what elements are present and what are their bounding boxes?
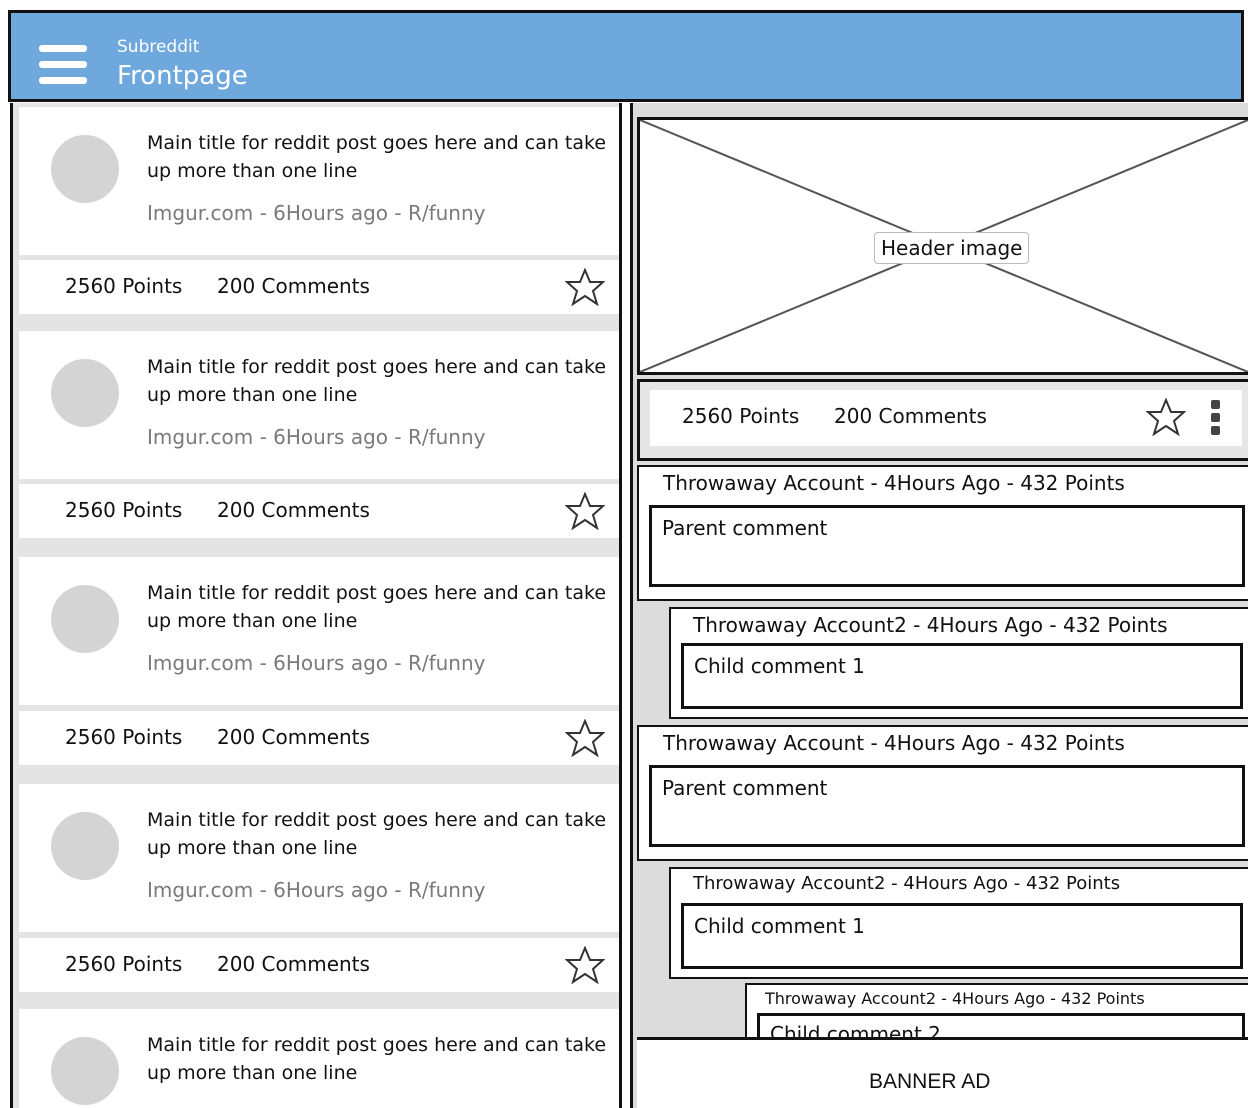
points-count: 2560 Points: [682, 404, 800, 428]
comment-text: Child comment 1: [694, 914, 865, 938]
post-meta: Imgur.com - 6Hours ago - R/funny: [147, 878, 486, 902]
child-comment: Throwaway Account2 - 4Hours Ago - 432 Po…: [669, 867, 1248, 979]
comments-link[interactable]: 200 Comments: [217, 498, 370, 522]
points-count: 2560 Points: [65, 498, 183, 522]
post-actions-bar: 2560 Points 200 Comments: [19, 938, 619, 992]
avatar: [51, 585, 119, 653]
comment-body[interactable]: Child comment 1: [681, 903, 1243, 969]
points-count: 2560 Points: [65, 725, 183, 749]
post-card[interactable]: Main title for reddit post goes here and…: [19, 557, 619, 705]
app-header: Subreddit Frontpage: [8, 10, 1244, 102]
comment: Throwaway Account - 4Hours Ago - 432 Poi…: [637, 725, 1248, 861]
avatar: [51, 1037, 119, 1105]
post-card[interactable]: Main title for reddit post goes here and…: [19, 331, 619, 479]
avatar: [51, 135, 119, 203]
post-feed: Main title for reddit post goes here and…: [10, 103, 622, 1108]
header-subtitle: Subreddit: [117, 37, 200, 57]
comment: Throwaway Account - 4Hours Ago - 432 Poi…: [637, 465, 1248, 601]
comment-header: Throwaway Account - 4Hours Ago - 432 Poi…: [663, 471, 1125, 495]
post-meta: Imgur.com - 6Hours ago - R/funny: [147, 425, 486, 449]
child-comment: Throwaway Account2 - 4Hours Ago - 432 Po…: [669, 607, 1248, 719]
post-actions-bar: 2560 Points 200 Comments: [19, 260, 619, 314]
post-meta: Imgur.com - 6Hours ago - R/funny: [147, 201, 486, 225]
comment-body[interactable]: Parent comment: [649, 765, 1245, 847]
post-title[interactable]: Main title for reddit post goes here and…: [147, 1031, 617, 1087]
hamburger-menu-icon[interactable]: [39, 45, 87, 87]
post-detail: Header image 2560 Points 200 Comments Th…: [630, 103, 1248, 1108]
detail-actions-bar: 2560 Points 200 Comments: [637, 379, 1248, 461]
post-title[interactable]: Main title for reddit post goes here and…: [147, 129, 617, 185]
header-image: Header image: [637, 117, 1248, 375]
comments-link[interactable]: 200 Comments: [217, 274, 370, 298]
comment-header: Throwaway Account2 - 4Hours Ago - 432 Po…: [693, 613, 1168, 637]
header-image-label: Header image: [874, 232, 1030, 264]
star-icon[interactable]: [1146, 398, 1186, 436]
kebab-menu-icon[interactable]: [1210, 400, 1222, 440]
star-icon[interactable]: [565, 946, 605, 984]
banner-ad-label: BANNER AD: [869, 1070, 991, 1093]
avatar: [51, 359, 119, 427]
post-title[interactable]: Main title for reddit post goes here and…: [147, 353, 617, 409]
post-meta: Imgur.com - 6Hours ago - R/funny: [147, 651, 486, 675]
avatar: [51, 812, 119, 880]
post-card[interactable]: Main title for reddit post goes here and…: [19, 1009, 619, 1108]
comment-header: Throwaway Account2 - 4Hours Ago - 432 Po…: [693, 873, 1121, 894]
banner-ad[interactable]: BANNER AD: [637, 1037, 1248, 1108]
comment-text: Parent comment: [662, 516, 828, 540]
points-count: 2560 Points: [65, 952, 183, 976]
star-icon[interactable]: [565, 268, 605, 306]
comment-header: Throwaway Account - 4Hours Ago - 432 Poi…: [663, 731, 1125, 755]
comment-body[interactable]: Parent comment: [649, 505, 1245, 587]
post-card[interactable]: Main title for reddit post goes here and…: [19, 107, 619, 255]
comments-link[interactable]: 200 Comments: [217, 725, 370, 749]
comments-link[interactable]: 200 Comments: [217, 952, 370, 976]
comment-text: Parent comment: [662, 776, 828, 800]
post-actions-bar: 2560 Points 200 Comments: [19, 484, 619, 538]
comment-text: Child comment 1: [694, 654, 865, 678]
post-card[interactable]: Main title for reddit post goes here and…: [19, 784, 619, 932]
post-actions-bar: 2560 Points 200 Comments: [19, 711, 619, 765]
post-title[interactable]: Main title for reddit post goes here and…: [147, 806, 617, 862]
comment-body[interactable]: Child comment 1: [681, 643, 1243, 709]
comments-count: 200 Comments: [834, 404, 987, 428]
star-icon[interactable]: [565, 492, 605, 530]
points-count: 2560 Points: [65, 274, 183, 298]
header-title: Frontpage: [117, 61, 248, 91]
comment-header: Throwaway Account2 - 4Hours Ago - 432 Po…: [765, 989, 1145, 1008]
star-icon[interactable]: [565, 719, 605, 757]
post-title[interactable]: Main title for reddit post goes here and…: [147, 579, 617, 635]
